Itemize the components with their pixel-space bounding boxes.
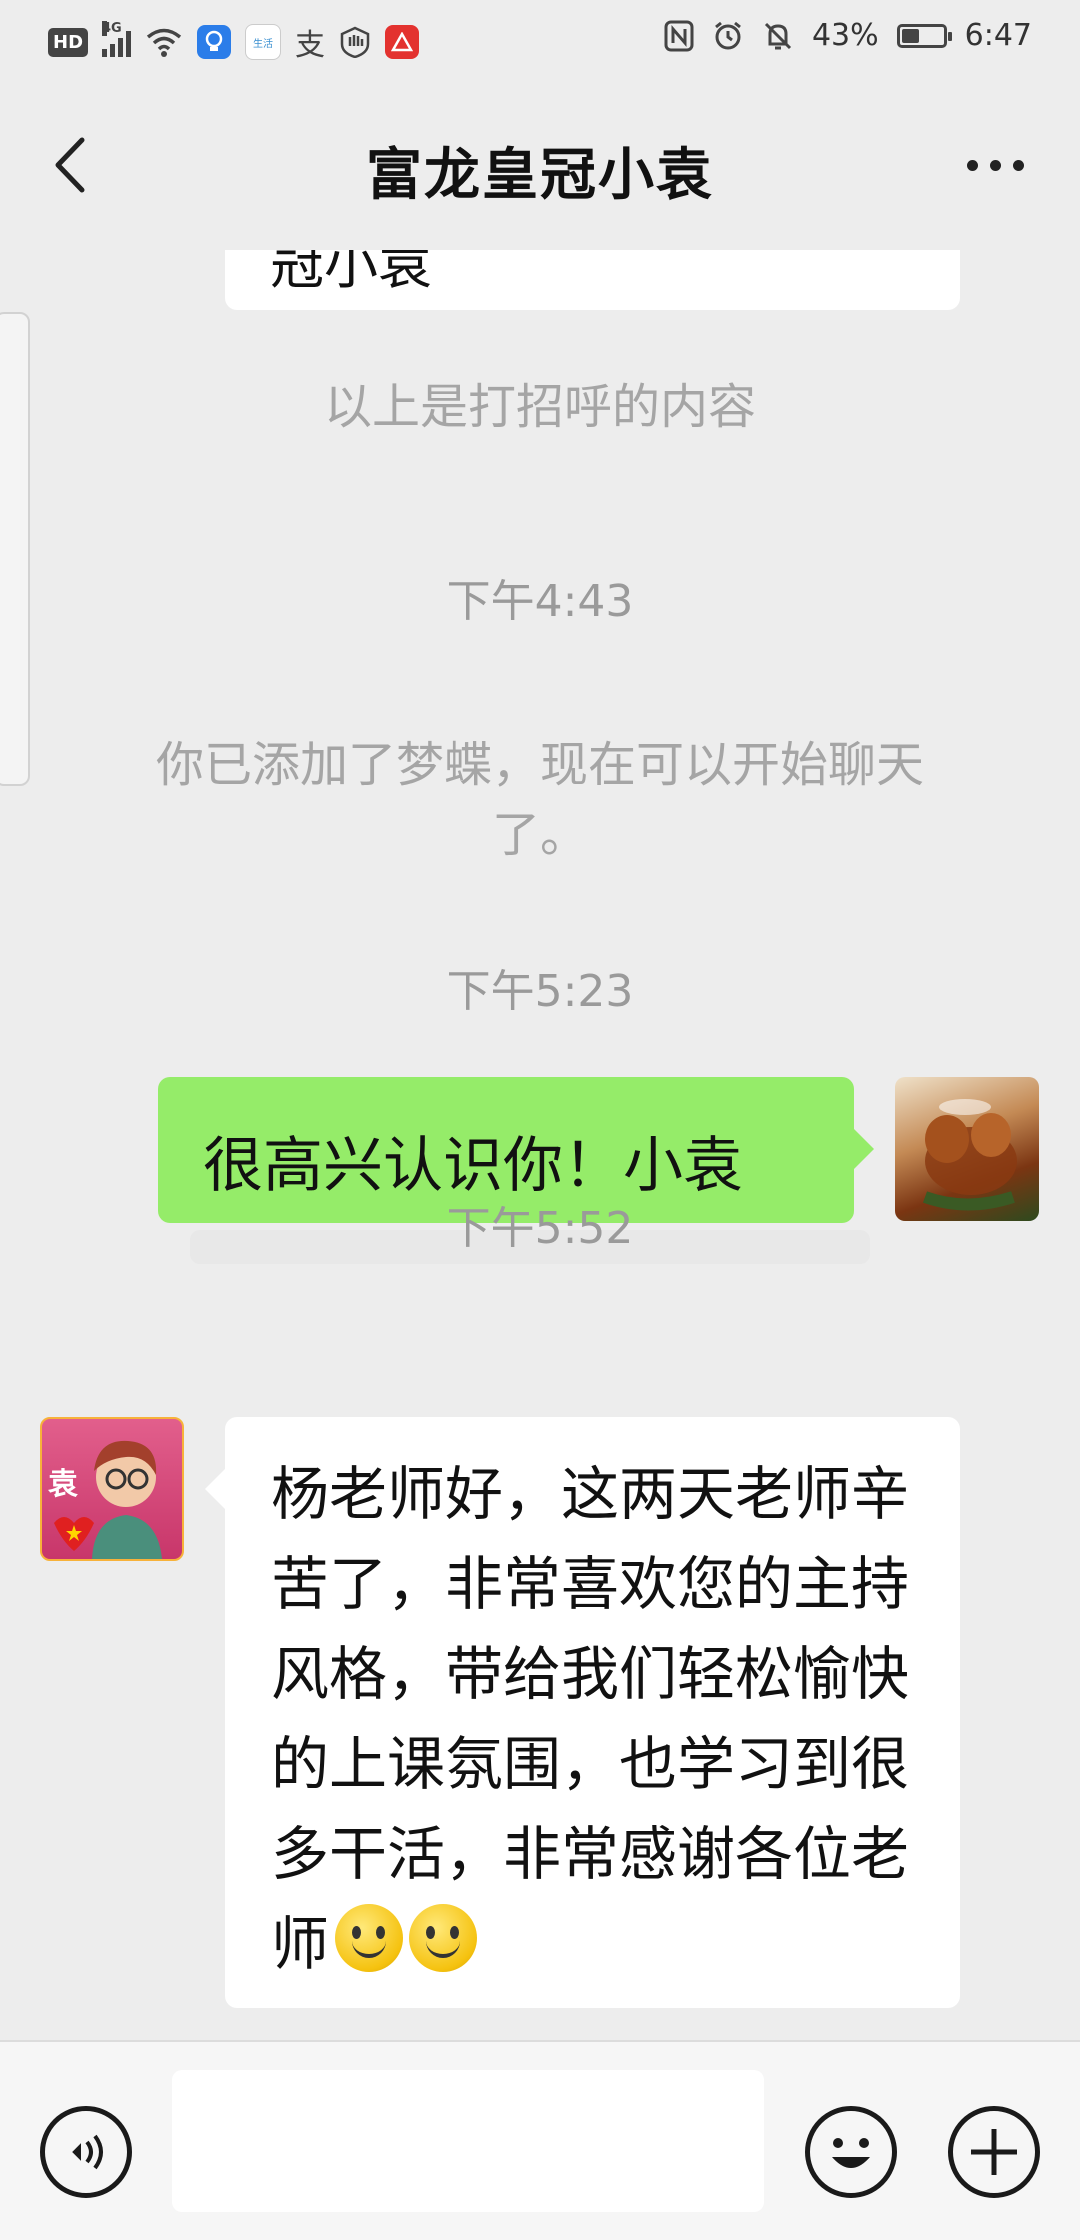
status-left: HD 4G 生活 支 [48, 20, 420, 64]
timestamp: 下午5:52 [446, 1203, 634, 1254]
voice-icon[interactable] [40, 2106, 132, 2198]
received-message-bubble[interactable]: 杨老师好，这两天老师辛苦了，非常喜欢您的主持风格，带给我们轻松愉快的上课氛围，也… [205, 1417, 960, 2008]
sent-message-text: 很高兴认识你！小袁 [203, 1131, 743, 1201]
chat-header: 富龙皇冠小袁 [0, 80, 1080, 250]
cell-signal-icon: 4G [102, 21, 132, 57]
contact-avatar[interactable]: 袁 [40, 1417, 184, 1561]
previous-message-text: 冠小袁 [270, 250, 432, 296]
input-bar [0, 2040, 1080, 2240]
alarm-icon [715, 21, 741, 49]
status-bar: HD 4G 生活 支 43% 6:47 [0, 0, 1080, 80]
message-list[interactable]: 冠小袁 以上是打招呼的内容 下午4:43 你已添加了梦蝶，现在可以开始聊天了。 … [0, 250, 1080, 2040]
plus-icon[interactable] [948, 2106, 1040, 2198]
avatar-label: 袁 [48, 1467, 78, 1502]
emoji-icon[interactable] [805, 2106, 897, 2198]
status-right: 43% 6:47 [664, 18, 1032, 53]
nfc-icon [664, 20, 694, 51]
bulb-app-icon [197, 25, 232, 59]
battery-icon [896, 23, 952, 48]
greeting-note: 以上是打招呼的内容 [323, 379, 756, 435]
battery-percent: 43% [811, 18, 879, 53]
hd-icon: HD [48, 27, 89, 57]
hand-shield-icon [340, 26, 370, 58]
message-input[interactable] [172, 2070, 764, 2212]
side-panel-edge [0, 312, 30, 786]
mute-bell-icon [764, 22, 791, 49]
friend-added-note: 你已添加了梦蝶，现在可以开始聊天了。 [155, 737, 924, 863]
more-dots-icon[interactable] [950, 140, 1040, 190]
red-app-icon [385, 25, 420, 59]
life-app-icon: 生活 [245, 24, 282, 60]
smile-emoji-icon [335, 1904, 404, 1972]
smile-emoji-icon [409, 1904, 478, 1972]
pay-icon: 支 [295, 28, 326, 63]
clock: 6:47 [964, 18, 1032, 53]
previous-message-bubble[interactable]: 冠小袁 [225, 250, 960, 310]
received-message-text: 杨老师好，这两天老师辛苦了，非常喜欢您的主持风格，带给我们轻松愉快的上课氛围，也… [271, 1460, 910, 1978]
wifi-icon [146, 28, 182, 57]
timestamp: 下午5:23 [446, 966, 634, 1017]
chat-title: 富龙皇冠小袁 [366, 143, 714, 208]
timestamp: 下午4:43 [446, 576, 634, 627]
